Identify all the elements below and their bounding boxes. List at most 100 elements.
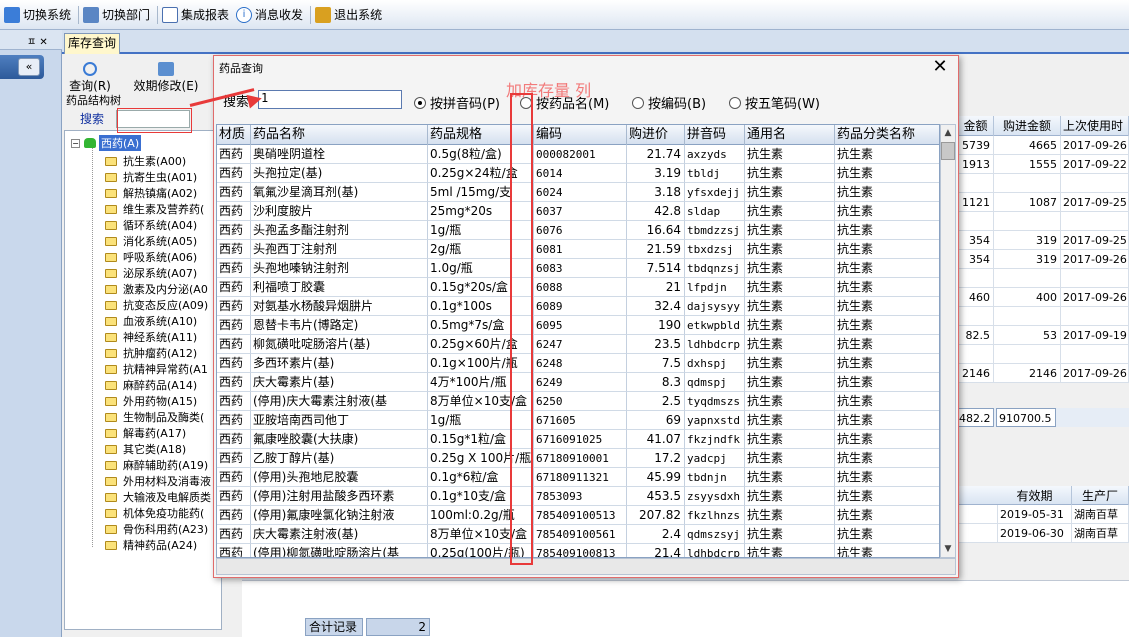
table-row[interactable]: 西药 头孢拉定(基) 0.25g×24粒/盒 6014 3.19 tbldj 抗生素 抗生素 — [217, 164, 939, 183]
tree-item[interactable]: 抗肿瘤药(A12) — [105, 345, 197, 361]
message-button[interactable]: i 消息收发 — [234, 4, 308, 26]
switch-dept-button[interactable]: 切换部门 — [81, 4, 155, 26]
tree-item[interactable]: 解毒药(A17) — [105, 425, 186, 441]
column-header[interactable]: 金额 — [958, 116, 994, 136]
report-button[interactable]: 集成报表 — [160, 4, 234, 26]
close-icon[interactable]: ✕ — [930, 58, 950, 78]
table-row[interactable]: 西药 恩替卡韦片(博路定) 0.5mg*7s/盒 6095 190 etkwpbld 抗生素… — [217, 316, 939, 335]
tree-item[interactable]: 外用材料及消毒液 — [105, 473, 211, 489]
table-row[interactable] — [958, 174, 1129, 193]
tree-item[interactable]: 精神药品(A24) — [105, 537, 197, 553]
column-header[interactable]: 生产厂 — [1072, 486, 1129, 506]
column-header[interactable]: 上次使用时 — [1061, 116, 1129, 136]
table-row[interactable]: 西药 头孢孟多酯注射剂 1g/瓶 6076 16.64 tbmdzzsj 抗生素 抗生素 — [217, 221, 939, 240]
drug-tree[interactable]: − 西药(A) 抗生素(A00) 抗寄生虫(A01) 解热镇痛(A02) 维生素及营养… — [64, 130, 222, 630]
tree-root[interactable]: − 西药(A) — [71, 135, 142, 151]
tree-item[interactable]: 呼吸系统(A06) — [105, 249, 197, 265]
tree-item[interactable]: 抗精神异常药(A1 — [105, 361, 208, 377]
table-row[interactable]: 西药 (停用)柳氮磺吡啶肠溶片(基 0.25g(100片/瓶) 78540910081… — [217, 544, 939, 557]
table-row[interactable]: 西药 沙利度胺片 25mg*20s 6037 42.8 sldap 抗生素 抗生素 — [217, 202, 939, 221]
collapse-node-icon[interactable]: − — [71, 138, 80, 148]
tree-item[interactable]: 抗变态反应(A09) — [105, 297, 208, 313]
table-row[interactable]: 1121 1087 2017-09-25 — [958, 193, 1129, 212]
table-row[interactable] — [958, 212, 1129, 231]
tree-item[interactable]: 麻醉辅助药(A19) — [105, 457, 208, 473]
table-row[interactable]: 西药 利福喷丁胶囊 0.15g*20s/盒 6088 21 lfpdjn 抗生素 抗生素 — [217, 278, 939, 297]
tab-stock-query[interactable]: 库存查询 — [64, 33, 120, 54]
table-row[interactable]: 西药 多西环素片(基) 0.1g×100片/瓶 6248 7.5 dxhspj 抗生素 抗生素 — [217, 354, 939, 373]
tree-item[interactable]: 抗生素(A00) — [105, 153, 186, 169]
table-row[interactable]: 西药 庆大霉素注射液(基) 8万单位×10支/盒 785409100561 2.4 qdm… — [217, 525, 939, 544]
table-row[interactable]: 西药 对氨基水杨酸异烟肼片 0.1g*100s 6089 32.4 dajsysyy 抗生素… — [217, 297, 939, 316]
radio-code[interactable]: 按编码(B) — [632, 93, 706, 112]
pin-icon[interactable]: ㅍ ✕ — [27, 33, 48, 48]
tree-item[interactable]: 循环系统(A04) — [105, 217, 197, 233]
query-button[interactable]: 查询(R) — [65, 62, 115, 94]
tree-item[interactable]: 泌尿系统(A07) — [105, 265, 197, 281]
tree-item[interactable]: 解热镇痛(A02) — [105, 185, 197, 201]
tree-item[interactable]: 麻醉药品(A14) — [105, 377, 197, 393]
tree-item[interactable]: 机体免疫功能药( — [105, 505, 204, 521]
table-row[interactable]: 西药 头孢西丁注射剂 2g/瓶 6081 21.59 tbxdzsj 抗生素 抗生素 — [217, 240, 939, 259]
table-row[interactable] — [958, 269, 1129, 288]
radio-pinyin[interactable]: 按拼音码(P) — [414, 93, 500, 112]
tree-item[interactable]: 大输液及电解质类 — [105, 489, 211, 505]
table-cell: 西药 — [217, 487, 251, 506]
table-row[interactable] — [958, 345, 1129, 364]
table-row[interactable]: 西药 头孢地嗪钠注射剂 1.0g/瓶 6083 7.514 tbdqnzsj 抗生素 抗生素 — [217, 259, 939, 278]
table-row[interactable]: 1913 1555 2017-09-22 — [958, 155, 1129, 174]
table-row[interactable]: 460 400 2017-09-26 — [958, 288, 1129, 307]
scroll-thumb[interactable] — [941, 142, 955, 160]
table-row[interactable]: 西药 奥硝唑阴道栓 0.5g(8粒/盒) 000082001 21.74 axzyds 抗生… — [217, 145, 939, 164]
table-row[interactable] — [958, 307, 1129, 326]
switch-system-button[interactable]: 切换系统 — [2, 4, 76, 26]
column-header[interactable]: 购进价 — [627, 125, 685, 145]
table-row[interactable]: 西药 氟康唑胶囊(大扶康) 0.15g*1粒/盒 6716091025 41.07 fkz… — [217, 430, 939, 449]
column-header[interactable]: 购进金额 — [994, 116, 1061, 136]
column-header[interactable]: 有效期 — [998, 486, 1072, 506]
tree-item[interactable]: 抗寄生虫(A01) — [105, 169, 197, 185]
column-header[interactable]: 药品名称 — [251, 125, 428, 145]
expiry-edit-button[interactable]: 效期修改(E) — [126, 62, 206, 94]
table-row[interactable]: 2019-05-31 湖南百草 — [958, 505, 1129, 524]
tree-item[interactable]: 其它类(A18) — [105, 441, 186, 457]
table-row[interactable]: 82.5 53 2017-09-19 — [958, 326, 1129, 345]
table-row[interactable]: 2146 2146 2017-09-26 — [958, 364, 1129, 383]
collapse-button[interactable]: « — [18, 58, 40, 76]
table-row[interactable]: 西药 (停用)庆大霉素注射液(基 8万单位×10支/盒 6250 2.5 tyqdmszs… — [217, 392, 939, 411]
tree-item[interactable]: 神经系统(A11) — [105, 329, 197, 345]
table-row[interactable]: 西药 柳氮磺吡啶肠溶片(基) 0.25g×60片/盒 6247 23.5 ldhbdcrp… — [217, 335, 939, 354]
vertical-scrollbar[interactable] — [940, 124, 956, 558]
search-input[interactable]: 1 — [258, 90, 402, 109]
tree-item[interactable]: 维生素及营养药( — [105, 201, 204, 217]
table-row[interactable]: 西药 庆大霉素片(基) 4万*100片/瓶 6249 8.3 qdmspj 抗生素 抗生素 — [217, 373, 939, 392]
column-header[interactable]: 通用名 — [745, 125, 835, 145]
radio-wubi[interactable]: 按五笔码(W) — [729, 93, 820, 112]
tree-item[interactable]: 外用药物(A15) — [105, 393, 197, 409]
table-row[interactable]: 西药 乙胺丁醇片(基) 0.25g X 100片/瓶 67180910001 17.2 y… — [217, 449, 939, 468]
table-row[interactable]: 西药 (停用)氟康唑氯化钠注射液 100ml:0.2g/瓶 785409100513 2… — [217, 506, 939, 525]
table-row[interactable]: 西药 亚胺培南西司他丁 1g/瓶 671605 69 yapnxstd 抗生素 抗生素 — [217, 411, 939, 430]
column-header[interactable]: 拼音码 — [685, 125, 745, 145]
table-row[interactable]: 2019-06-30 湖南百草 — [958, 524, 1129, 543]
tree-item[interactable]: 激素及内分泌(A0 — [105, 281, 208, 297]
exit-button[interactable]: 退出系统 — [313, 4, 387, 26]
toolbar-separator — [157, 5, 159, 24]
horizontal-scrollbar[interactable] — [216, 558, 956, 575]
table-row[interactable]: 354 319 2017-09-25 — [958, 231, 1129, 250]
table-row[interactable]: 西药 (停用)头孢地尼胶囊 0.1g*6粒/盒 67180911321 45.99 tbd… — [217, 468, 939, 487]
column-header[interactable]: 药品分类名称 — [835, 125, 939, 145]
tree-item[interactable]: 消化系统(A05) — [105, 233, 197, 249]
table-row[interactable]: 西药 氧氟沙星滴耳剂(基) 5ml /15mg/支 6024 3.18 yfsxdejj 抗… — [217, 183, 939, 202]
column-header[interactable]: 材质 — [217, 125, 251, 145]
tree-item[interactable]: 血液系统(A10) — [105, 313, 197, 329]
column-header[interactable]: 编码 — [534, 125, 627, 145]
drug-grid[interactable]: 材质 药品名称 药品规格 编码 购进价 拼音码 通用名 药品分类名称 西药 奥硝唑… — [216, 124, 940, 558]
table-row[interactable]: 354 319 2017-09-26 — [958, 250, 1129, 269]
tree-item[interactable]: 生物制品及酶类( — [105, 409, 204, 425]
scroll-down-icon[interactable]: ▼ — [941, 542, 955, 556]
tree-item[interactable]: 骨伤科用药(A23) — [105, 521, 208, 537]
table-row[interactable]: 西药 (停用)注射用盐酸多西环素 0.1g*10支/盒 7853093 453.5 zsy… — [217, 487, 939, 506]
scroll-up-icon[interactable]: ▲ — [941, 126, 955, 140]
table-row[interactable]: 5739 4665 2017-09-26 — [958, 136, 1129, 155]
